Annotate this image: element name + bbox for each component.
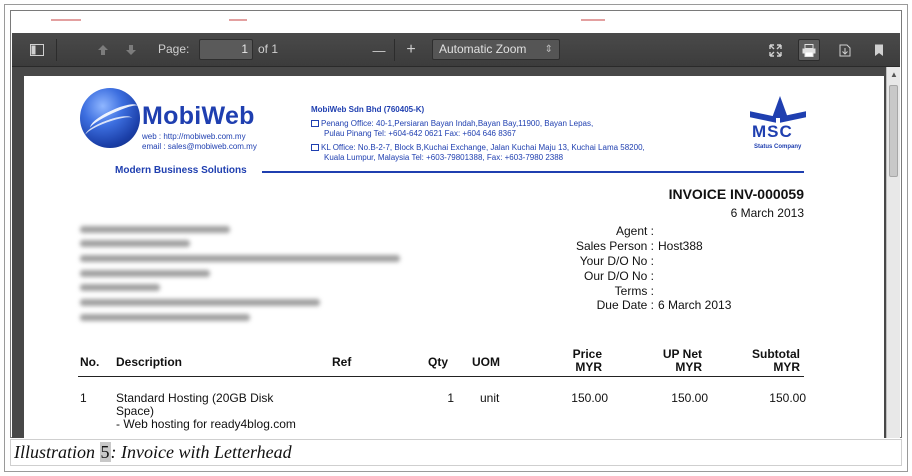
scroll-up-icon[interactable]: ▲ (887, 67, 901, 83)
scrollbar-thumb[interactable] (889, 85, 898, 177)
office-bullet-icon (311, 120, 319, 127)
meta-our-do-label: Our D/O No : (583, 269, 654, 283)
zoom-in-button[interactable]: + (400, 39, 422, 61)
download-icon[interactable] (834, 39, 856, 61)
kl-office-contact: Kuala Lumpur, Malaysia Tel: +603-7980138… (324, 153, 564, 162)
meta-sales-person-value: Host388 (658, 239, 703, 253)
zoom-select-value: Automatic Zoom (439, 42, 527, 56)
toolbar-separator (56, 39, 57, 61)
col-header-ref: Ref (332, 355, 352, 369)
office-bullet-icon (311, 144, 319, 151)
row-1-subtotal: 150.00 (769, 391, 806, 405)
kl-office: KL Office: No.B-2-7, Block B,Kuchai Exch… (311, 143, 645, 153)
browser-top-strip (11, 11, 901, 35)
col-header-uom: UOM (472, 355, 500, 369)
company-name: MobiWeb Sdn Bhd (760405-K) (311, 105, 425, 114)
previous-page-icon[interactable] (92, 39, 114, 61)
zoom-select[interactable]: Automatic Zoom ⇕ (432, 39, 560, 60)
meta-your-do-label: Your D/O No : (579, 254, 654, 268)
print-icon[interactable] (798, 39, 820, 61)
page-total: of 1 (258, 42, 279, 56)
meta-sales-person-label: Sales Person : (575, 239, 654, 253)
page-label: Page: (158, 42, 190, 56)
pdf-toolbar: Page: 1 of 1 — + Automatic Zoom ⇕ (12, 33, 900, 67)
zoom-out-button[interactable]: — (368, 39, 390, 61)
strip-mark (581, 19, 605, 21)
bookmark-icon[interactable] (868, 39, 890, 61)
meta-agent-label: Agent : (615, 224, 654, 238)
page-number-input[interactable]: 1 (199, 39, 253, 60)
figure-caption-bar: Illustration 5: Invoice with Letterhead (10, 439, 902, 466)
row-1-up-net: 150.00 (671, 391, 708, 405)
penang-office-contact: Pulau Pinang Tel: +604-642 0621 Fax: +60… (324, 129, 517, 138)
brand-name: MobiWeb (142, 102, 255, 130)
brand-email: email : sales@mobiweb.com.my (142, 142, 257, 151)
invoice-date: 6 March 2013 (730, 206, 804, 220)
invoice-title: INVOICE INV-000059 (668, 186, 804, 202)
presentation-mode-icon[interactable] (764, 39, 786, 61)
next-page-icon[interactable] (120, 39, 142, 61)
strip-mark (51, 19, 81, 21)
mobiweb-logo-icon (80, 88, 141, 148)
row-1-price: 150.00 (571, 391, 608, 405)
col-header-description: Description (116, 355, 183, 369)
meta-terms-label: Terms : (614, 284, 654, 298)
letterhead-rule (262, 171, 804, 173)
tagline: Modern Business Solutions (115, 165, 247, 176)
strip-mark (229, 19, 247, 21)
row-1-no: 1 (80, 391, 87, 405)
col-header-subtotal: Subtotal MYR (752, 347, 800, 374)
redacted-customer-address (80, 222, 430, 322)
row-1-uom: unit (480, 391, 500, 405)
brand-web: web : http://mobiweb.com.my (142, 132, 246, 141)
toolbar-separator (394, 39, 395, 61)
sidebar-toggle-icon[interactable] (26, 39, 48, 61)
select-arrows-icon: ⇕ (544, 44, 553, 55)
col-header-no: No. (80, 355, 100, 369)
col-header-qty: Qty (428, 355, 449, 369)
meta-due-date-value: 6 March 2013 (658, 298, 732, 312)
pdf-page: MobiWeb web : http://mobiweb.com.my emai… (24, 76, 884, 438)
row-1-qty: 1 (447, 391, 454, 405)
row-1-description: Standard Hosting (20GB Disk Space) - Web… (116, 391, 296, 431)
penang-office: Penang Office: 40-1,Persiaran Bayan Inda… (311, 119, 593, 129)
meta-due-date-label: Due Date : (596, 298, 654, 312)
col-header-up-net: UP Net MYR (662, 347, 702, 374)
table-header-rule (78, 376, 804, 377)
msc-logo-icon: MSC Status Company (746, 96, 810, 156)
vertical-scrollbar[interactable]: ▲ (886, 67, 900, 438)
figure-caption: Illustration 5: Invoice with Letterhead (14, 442, 292, 462)
col-header-price: Price MYR (572, 347, 602, 374)
